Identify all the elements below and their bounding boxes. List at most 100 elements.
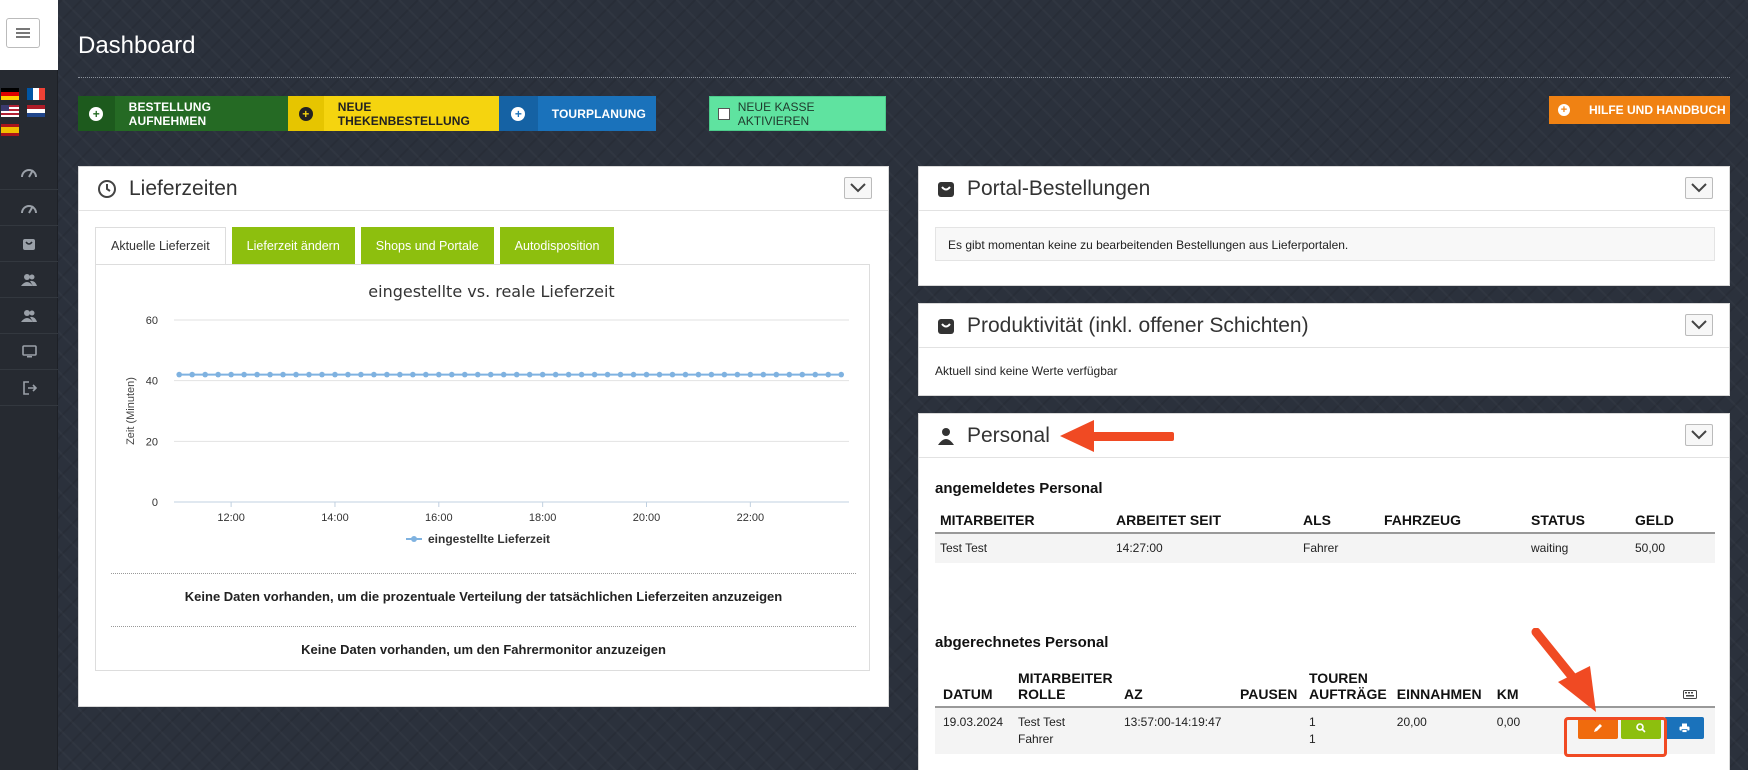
- separator: [111, 573, 856, 574]
- sidebar-item-logout[interactable]: [0, 370, 58, 406]
- data-point: [578, 371, 585, 378]
- flag-us-icon[interactable]: [1, 105, 19, 117]
- col-az: AZ: [1119, 666, 1235, 708]
- data-point: [786, 371, 793, 378]
- shop-icon: [23, 238, 35, 250]
- data-point: [656, 371, 663, 378]
- cell-status: waiting: [1526, 533, 1630, 563]
- data-point: [306, 371, 312, 378]
- produktivitaet-header: Produktivität (inkl. offener Schichten): [919, 304, 1729, 348]
- sidebar-item-dashboard-2[interactable]: [0, 190, 58, 226]
- monitor-icon: [21, 345, 37, 358]
- col-pausen: PAUSEN: [1235, 666, 1304, 708]
- data-point: [358, 371, 364, 378]
- neue-kasse-aktivieren-button[interactable]: NEUE KASSE AKTIVIEREN: [709, 96, 886, 131]
- data-point: [293, 371, 299, 378]
- data-point: [500, 371, 507, 378]
- data-point: [487, 371, 494, 378]
- tab-body: eingestellte vs. reale Lieferzeit 0 20 40 60…: [95, 264, 870, 671]
- chevron-down-icon: [1691, 320, 1707, 330]
- data-point: [838, 371, 845, 378]
- portal-collapse-button[interactable]: [1685, 177, 1713, 199]
- cell-als: Fahrer: [1298, 533, 1379, 563]
- data-point: [448, 371, 455, 378]
- portal-message: Es gibt momentan keine zu bearbeitenden …: [935, 227, 1715, 261]
- flag-fr-icon[interactable]: [27, 88, 45, 100]
- cell-touren-auftraege: 1 1: [1304, 707, 1392, 754]
- shop-icon: [938, 181, 954, 197]
- page-title: Dashboard: [78, 32, 196, 59]
- sidebar-item-shop[interactable]: [0, 226, 58, 262]
- print-button[interactable]: [1664, 717, 1704, 739]
- kasse-checkbox[interactable]: [718, 107, 730, 120]
- data-point: [695, 371, 702, 378]
- portal-header: Portal-Bestellungen: [919, 167, 1729, 211]
- bestellung-aufnehmen-button[interactable]: + BESTELLUNG AUFNEHMEN: [78, 96, 288, 131]
- sidebar-item-monitor[interactable]: [0, 334, 58, 370]
- cell-datum: 19.03.2024: [935, 707, 1013, 754]
- col-mitarbeiter: MITARBEITER: [935, 508, 1111, 534]
- data-point: [319, 371, 325, 378]
- produktivitaet-panel: Produktivität (inkl. offener Schichten) …: [918, 303, 1730, 396]
- tab-lieferzeit-aendern[interactable]: Lieferzeit ändern: [231, 227, 355, 265]
- shop-icon: [938, 318, 954, 334]
- x-tick-label: 22:00: [737, 512, 765, 524]
- col-einnahmen: EINNAHMEN: [1391, 666, 1492, 708]
- annotation-highlight-box: [1564, 717, 1667, 757]
- data-point: [461, 371, 468, 378]
- lieferzeiten-collapse-button[interactable]: [844, 177, 872, 199]
- personal-collapse-button[interactable]: [1685, 424, 1713, 446]
- data-point: [526, 371, 533, 378]
- data-point: [513, 371, 520, 378]
- plus-circle-icon: +: [511, 106, 526, 121]
- flag-es-icon[interactable]: [1, 124, 19, 136]
- col-als: ALS: [1298, 508, 1379, 534]
- personal-header: Personal: [919, 414, 1729, 458]
- data-point: [345, 371, 351, 378]
- data-point: [176, 371, 182, 378]
- hilfe-und-handbuch-button[interactable]: + HILFE UND HANDBUCH: [1549, 96, 1730, 124]
- data-point: [747, 371, 754, 378]
- data-point: [215, 371, 221, 378]
- data-point: [436, 371, 442, 378]
- tab-aktuelle-lieferzeit[interactable]: Aktuelle Lieferzeit: [95, 227, 226, 265]
- chart-title: eingestellte vs. reale Lieferzeit: [368, 282, 614, 301]
- cell-az: 13:57:00-14:19:47: [1119, 707, 1235, 754]
- tab-autodisposition[interactable]: Autodisposition: [499, 227, 615, 265]
- personal-title: Personal: [967, 423, 1050, 447]
- data-point: [410, 371, 416, 378]
- tourplanung-button[interactable]: + TOURPLANUNG: [499, 96, 656, 131]
- plus-circle-icon: +: [89, 106, 104, 121]
- hamburger-icon: [16, 28, 30, 38]
- data-point: [384, 371, 390, 378]
- flag-de-icon[interactable]: [1, 88, 19, 100]
- y-tick-label: 60: [146, 315, 158, 327]
- data-point: [280, 371, 286, 378]
- neue-thekenbestellung-button[interactable]: + NEUE THEKENBESTELLUNG: [288, 96, 499, 131]
- cell-geld: 50,00: [1630, 533, 1715, 563]
- legend-label: eingestellte Lieferzeit: [428, 532, 550, 546]
- keyboard-icon: [1683, 690, 1697, 699]
- sidebar-item-users-2[interactable]: [0, 298, 58, 334]
- produktivitaet-collapse-button[interactable]: [1685, 314, 1713, 336]
- sidebar-item-dashboard[interactable]: [0, 154, 58, 190]
- x-tick-label: 14:00: [321, 512, 349, 524]
- data-point: [708, 371, 715, 378]
- legend-marker: [411, 536, 417, 542]
- header-divider: [78, 77, 1730, 78]
- separator: [111, 626, 856, 627]
- menu-toggle-button[interactable]: [6, 18, 40, 48]
- angemeldet-title: angemeldetes Personal: [935, 480, 1103, 497]
- lieferzeiten-tabs: Aktuelle Lieferzeit Lieferzeit ändern Sh…: [95, 227, 620, 265]
- data-point: [721, 371, 728, 378]
- data-point: [591, 371, 598, 378]
- annotation-arrow-personal: [1060, 420, 1174, 452]
- produktivitaet-message: Aktuell sind keine Werte verfügbar: [935, 364, 1118, 378]
- tab-shops-und-portale[interactable]: Shops und Portale: [360, 227, 494, 265]
- cell-km: 0,00: [1491, 707, 1554, 754]
- chevron-down-icon: [1691, 430, 1707, 440]
- user-icon: [938, 427, 954, 445]
- y-tick-label: 40: [146, 376, 158, 388]
- sidebar-item-users[interactable]: [0, 262, 58, 298]
- flag-nl-icon[interactable]: [27, 105, 45, 117]
